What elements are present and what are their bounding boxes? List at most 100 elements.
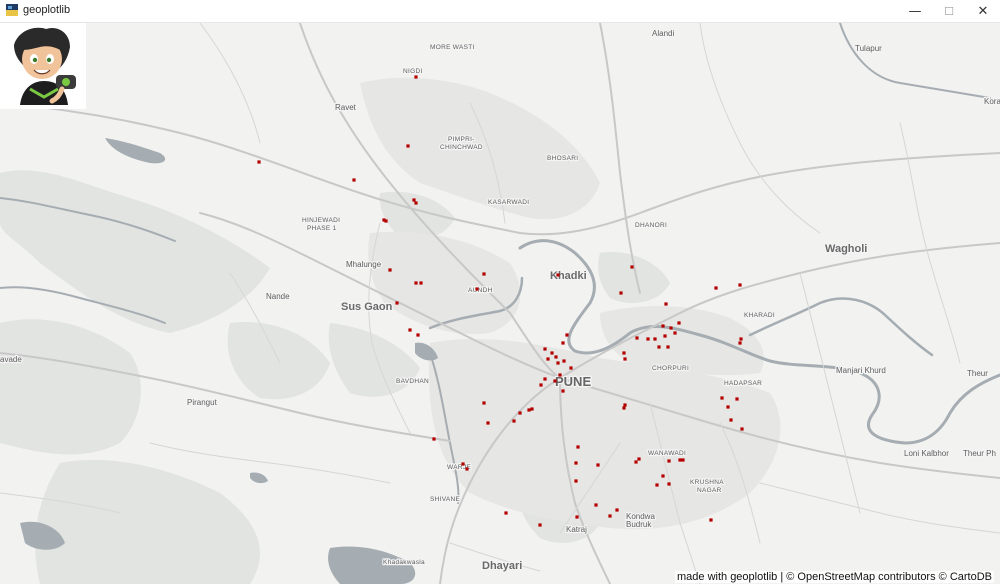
place-label: Nande <box>266 292 290 301</box>
data-point <box>667 459 671 463</box>
maximize-button[interactable]: ☐ <box>932 0 966 22</box>
data-point <box>678 458 682 462</box>
place-label: KASARWADI <box>488 199 529 206</box>
data-point <box>486 421 490 425</box>
data-point <box>738 283 742 287</box>
data-point <box>594 503 598 507</box>
place-label: WANAWADI <box>648 450 686 457</box>
place-label: Tulapur <box>855 44 882 53</box>
data-point <box>408 328 412 332</box>
data-point <box>388 268 392 272</box>
data-point <box>673 331 677 335</box>
data-point <box>432 437 436 441</box>
application-window: geoplotlib — ☐ ✕ MORE WASTI Alandi Tulap… <box>0 0 1000 584</box>
place-label: BHOSARI <box>547 155 578 162</box>
data-point <box>622 351 626 355</box>
data-point <box>412 198 416 202</box>
data-point <box>596 463 600 467</box>
data-point <box>518 411 522 415</box>
place-label: CHORPURI <box>652 365 689 372</box>
place-label: DHANORI <box>635 222 667 229</box>
data-point <box>414 281 418 285</box>
data-point <box>657 345 661 349</box>
place-label: Khadakwasla <box>383 559 425 566</box>
data-point <box>615 508 619 512</box>
data-point <box>550 351 554 355</box>
data-point <box>635 336 639 340</box>
place-label: Dhayari <box>482 560 522 572</box>
place-label: KRUSHNA <box>690 479 724 486</box>
data-point <box>561 341 565 345</box>
data-point <box>395 301 399 305</box>
data-point <box>556 361 560 365</box>
map-view[interactable]: MORE WASTI Alandi Tulapur NIGDI Ravet PI… <box>0 23 1000 584</box>
data-point <box>623 403 627 407</box>
data-point <box>653 337 657 341</box>
data-point <box>543 377 547 381</box>
data-point <box>543 347 547 351</box>
place-label: HADAPSAR <box>724 380 762 387</box>
data-point <box>569 366 573 370</box>
place-label: avade <box>0 355 22 364</box>
data-point <box>546 357 550 361</box>
data-point <box>352 178 356 182</box>
basemap: MORE WASTI Alandi Tulapur NIGDI Ravet PI… <box>0 23 1000 584</box>
data-point <box>720 396 724 400</box>
minimize-button[interactable]: — <box>898 0 932 22</box>
place-label: Ravet <box>335 103 357 112</box>
place-label: MORE WASTI <box>430 44 475 51</box>
data-point <box>576 445 580 449</box>
data-point <box>482 401 486 405</box>
place-label: BAVDHAN <box>396 378 429 385</box>
data-point <box>556 273 560 277</box>
place-label: Budruk <box>626 520 652 529</box>
place-label: Theur Ph <box>963 449 996 458</box>
data-point <box>565 333 569 337</box>
place-label: HINJEWADI <box>302 217 340 224</box>
title-bar[interactable]: geoplotlib — ☐ ✕ <box>0 0 1000 23</box>
place-label: Loni Kalbhor <box>904 449 949 458</box>
data-point <box>646 337 650 341</box>
data-point <box>574 461 578 465</box>
window-title: geoplotlib <box>23 4 71 16</box>
data-point <box>666 345 670 349</box>
place-label: NAGAR <box>697 487 722 494</box>
data-point <box>554 355 558 359</box>
data-point <box>530 407 534 411</box>
place-label: AUNDH <box>468 287 493 294</box>
map-attribution: made with geoplotlib | © OpenStreetMap c… <box>675 571 994 583</box>
data-point <box>664 302 668 306</box>
data-point <box>539 383 543 387</box>
place-label: Alandi <box>652 29 674 38</box>
data-point <box>669 326 673 330</box>
place-label: Sus Gaon <box>341 301 393 313</box>
place-label: Khadki <box>550 270 587 282</box>
urban-areas <box>360 77 781 530</box>
close-button[interactable]: ✕ <box>966 0 1000 22</box>
data-point <box>623 357 627 361</box>
place-label: Mhalunge <box>346 260 382 269</box>
data-point <box>634 460 638 464</box>
data-point <box>384 219 388 223</box>
data-point <box>740 427 744 431</box>
data-point <box>661 474 665 478</box>
data-point <box>619 291 623 295</box>
place-label: CHINCHWAD <box>440 144 483 151</box>
cartoon-avatar-logo <box>0 23 86 109</box>
data-point <box>475 287 479 291</box>
place-label: PIMPRI- <box>448 136 475 143</box>
place-label: Wagholi <box>825 243 867 255</box>
data-point <box>630 265 634 269</box>
data-point <box>561 389 565 393</box>
data-point <box>663 334 667 338</box>
data-point <box>681 458 685 462</box>
place-label: NIGDI <box>403 68 423 75</box>
place-label: KHARADI <box>744 312 775 319</box>
data-point <box>416 333 420 337</box>
data-point <box>739 337 743 341</box>
data-point <box>655 483 659 487</box>
data-point <box>504 511 508 515</box>
data-point <box>414 75 418 79</box>
data-point <box>637 457 641 461</box>
data-point <box>575 515 579 519</box>
